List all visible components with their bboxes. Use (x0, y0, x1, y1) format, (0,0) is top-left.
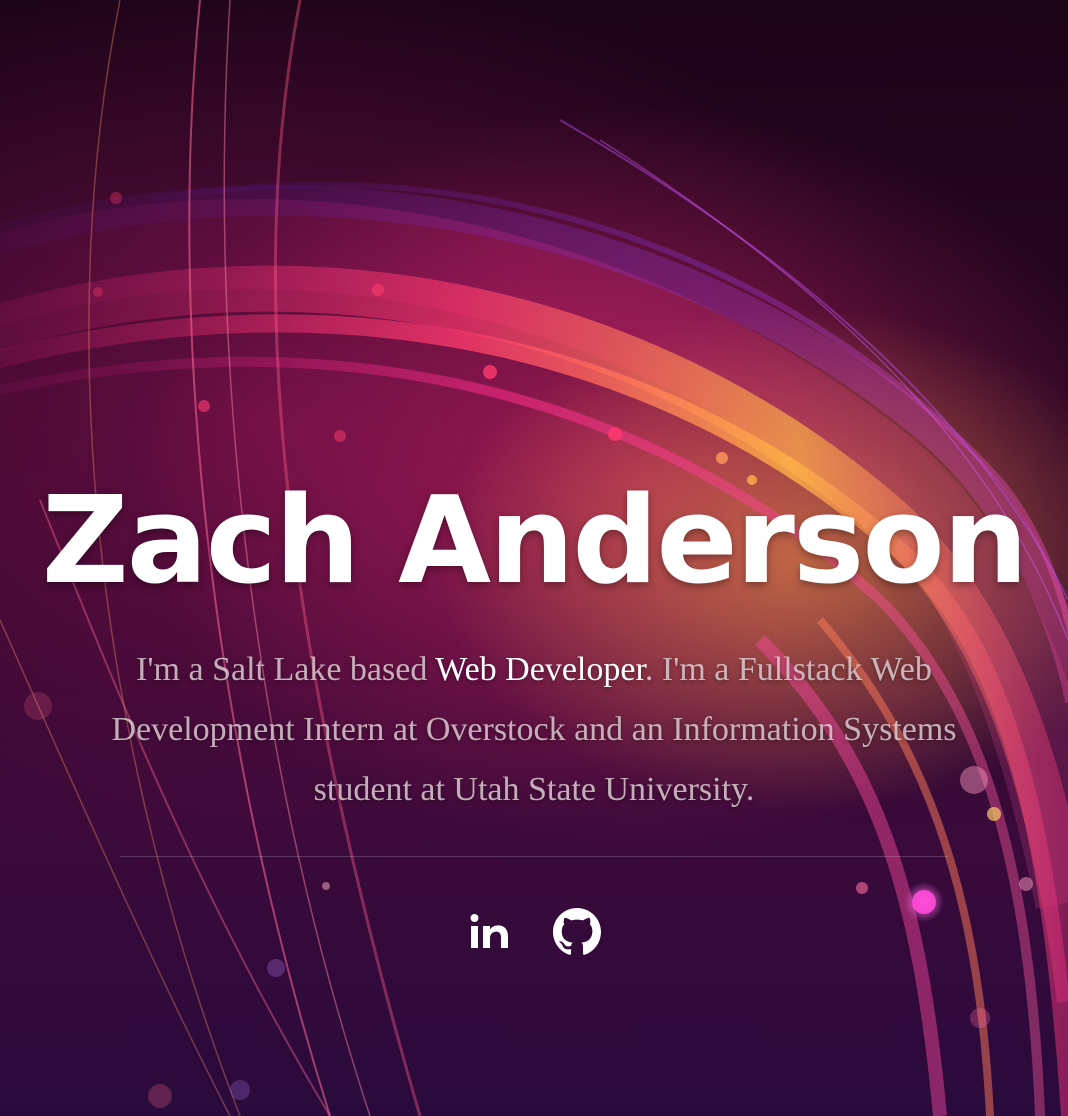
bio-text: I'm a Salt Lake based Web Developer. I'm… (96, 640, 972, 820)
linkedin-icon (470, 914, 508, 948)
social-links (0, 904, 1068, 960)
page-title: Zach Anderson (41, 472, 1028, 611)
divider (120, 856, 948, 857)
hero-section: Zach Anderson I'm a Salt Lake based Web … (0, 0, 1068, 1116)
github-link[interactable] (553, 908, 601, 956)
bio-prefix: I'm a Salt Lake based (136, 651, 436, 688)
github-icon (553, 908, 601, 955)
hero-content: Zach Anderson I'm a Salt Lake based Web … (0, 0, 1068, 1116)
bio-highlight: Web Developer (435, 651, 645, 688)
linkedin-link[interactable] (467, 908, 515, 956)
